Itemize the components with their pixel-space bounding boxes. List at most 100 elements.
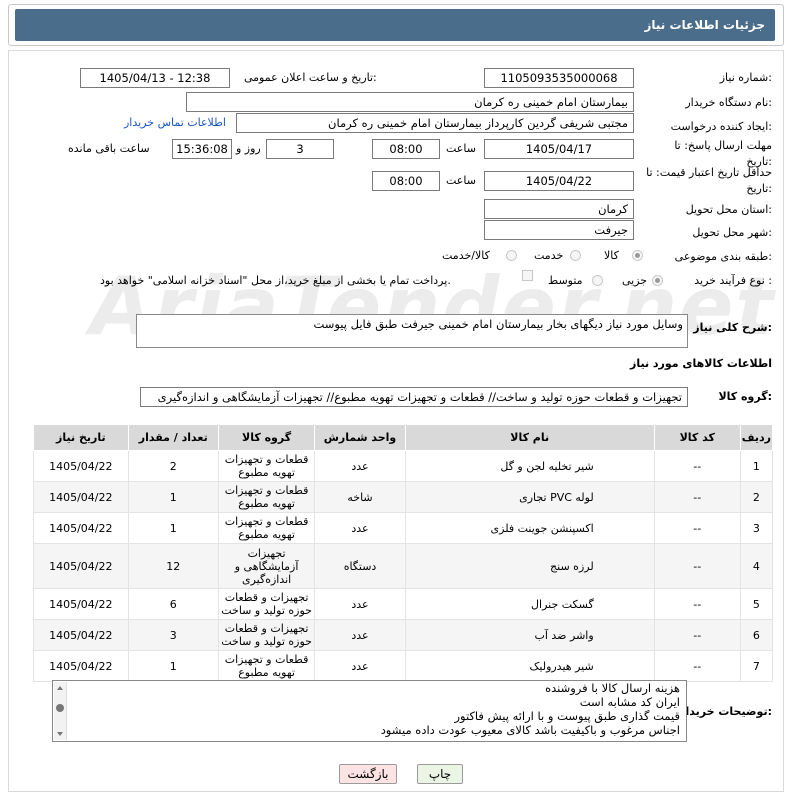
need-number-label: شماره نیاز:	[719, 71, 772, 84]
validity-label: حداقل تاریخ اعتبار قیمت: تا تاریخ:	[646, 166, 772, 195]
table-row: 4 -- لرزه سنج دستگاه تجهیزات آزمایشگاهی و ان…	[33, 543, 774, 589]
deadline-time-field: 08:00	[372, 139, 440, 159]
table-row: 6 -- واشر ضد آب عدد تجهیزات و قطعات حوزه تول…	[33, 619, 774, 651]
category-both-radio[interactable]	[506, 250, 517, 261]
item-date: 1405/04/22	[33, 588, 129, 620]
row-index: 2	[739, 481, 774, 513]
validity-time-field: 08:00	[372, 171, 440, 191]
remaining-time-field: 15:36:08	[172, 139, 232, 159]
category-service-label: خدمت	[534, 249, 564, 262]
row-index: 4	[739, 543, 774, 589]
announce-label: تاریخ و ساعت اعلان عمومی:	[244, 71, 377, 84]
col-code: کد کالا	[653, 424, 741, 451]
item-group: تجهیزات و قطعات حوزه تولید و ساخت	[217, 588, 316, 620]
item-date: 1405/04/22	[33, 650, 129, 682]
table-row: 3 -- اکسپنشن جوینت فلزی عدد قطعات و تجهیزات …	[33, 512, 774, 544]
item-qty: 3	[127, 619, 219, 651]
item-qty: 1	[127, 512, 219, 544]
row-index: 3	[739, 512, 774, 544]
goods-table: ردیف کد کالا نام کالا واحد شمارش گروه کا…	[33, 424, 774, 682]
scroll-down-icon[interactable]	[57, 732, 63, 736]
process-medium-radio[interactable]	[592, 275, 603, 286]
col-unit: واحد شمارش	[314, 424, 406, 451]
buyer-notes-line: قیمت گذاری طبق پیوست و با ارائه پیش فاکت…	[454, 709, 680, 723]
buyer-notes-line: ایران کد مشابه است	[579, 695, 680, 709]
table-row: 2 -- لوله PVC تجاری شاخه قطعات و تجهیزات تهو…	[33, 481, 774, 513]
item-name: گسکت جنرال	[404, 588, 655, 620]
scroll-thumb[interactable]	[56, 704, 64, 712]
scroll-up-icon[interactable]	[57, 686, 63, 690]
buyer-notes-scrollbar[interactable]	[54, 682, 67, 740]
item-date: 1405/04/22	[33, 512, 129, 544]
goods-group-field: تجهیزات و قطعات حوزه تولید و ساخت// قطعا…	[140, 387, 688, 407]
row-index: 7	[739, 650, 774, 682]
general-desc-box: وسایل مورد نیاز دیگهای بخار بیمارستان ام…	[136, 314, 688, 348]
row-index: 5	[739, 588, 774, 620]
goods-table-header: ردیف کد کالا نام کالا واحد شمارش گروه کا…	[33, 424, 774, 451]
item-date: 1405/04/22	[33, 619, 129, 651]
back-button[interactable]: بازگشت	[339, 764, 397, 784]
item-qty: 6	[127, 588, 219, 620]
item-date: 1405/04/22	[33, 543, 129, 589]
category-goods-radio[interactable]	[632, 250, 643, 261]
item-group: قطعات و تجهیزات تهویه مطبوع	[217, 650, 316, 682]
col-name: نام کالا	[404, 424, 655, 451]
table-row: 1 -- شیر تخلیه لجن و گل عدد قطعات و تجهیزات …	[33, 450, 774, 482]
goods-section-title: اطلاعات کالاهای مورد نیاز	[630, 357, 772, 370]
print-button[interactable]: چاپ	[417, 764, 463, 784]
contact-buyer-link[interactable]: اطلاعات تماس خریدار	[124, 116, 226, 129]
buyer-notes-line: هزینه ارسال کالا با فروشنده	[545, 681, 680, 695]
item-name: لوله PVC تجاری	[404, 481, 655, 513]
buyer-notes-box: هزینه ارسال کالا با فروشنده ایران کد مشا…	[52, 680, 687, 742]
buyer-label: نام دستگاه خریدار:	[685, 96, 772, 109]
buyer-notes-line: اجناس مرغوب و باکیفیت باشد کالای معیوب ع…	[380, 723, 680, 737]
item-unit: دستگاه	[314, 543, 406, 589]
item-unit: عدد	[314, 650, 406, 682]
goods-group-label: گروه کالا:	[718, 390, 772, 403]
deadline-date-field: 1405/04/17	[484, 139, 634, 159]
validity-date-field: 1405/04/22	[484, 171, 634, 191]
page-title: جزئیات اطلاعات نیاز	[15, 9, 775, 41]
item-unit: عدد	[314, 512, 406, 544]
row-index: 1	[739, 450, 774, 482]
validity-time-label: ساعت	[446, 174, 476, 187]
buyer-notes-label: توضیحات خریدار:	[679, 705, 772, 718]
days-field: 3	[266, 139, 334, 159]
process-medium-label: متوسط	[548, 274, 583, 287]
item-code: --	[653, 450, 741, 482]
item-group: تجهیزات و قطعات حوزه تولید و ساخت	[217, 619, 316, 651]
item-qty: 12	[127, 543, 219, 589]
category-both-label: کالا/خدمت	[442, 249, 490, 262]
creator-label: ایجاد کننده درخواست:	[670, 120, 772, 133]
category-service-radio[interactable]	[570, 250, 581, 261]
general-desc-label: شرح کلی نیاز:	[693, 321, 772, 334]
province-label: استان محل تحویل:	[685, 203, 772, 216]
process-minor-label: جزیی	[622, 274, 648, 287]
page-header: جزئیات اطلاعات نیاز	[8, 4, 784, 46]
deadline-time-label: ساعت	[446, 142, 476, 155]
buyer-field: بیمارستان امام خمینی ره کرمان	[186, 92, 634, 112]
item-group: تجهیزات آزمایشگاهی و اندازه‌گیری	[217, 543, 316, 589]
payment-checkbox[interactable]	[522, 270, 533, 281]
city-field: جیرفت	[484, 220, 634, 240]
col-date: تاریخ نیاز	[33, 424, 129, 451]
item-date: 1405/04/22	[33, 450, 129, 482]
item-code: --	[653, 650, 741, 682]
category-goods-label: کالا	[604, 249, 619, 262]
item-unit: شاخه	[314, 481, 406, 513]
process-label: نوع فرآیند خرید :	[694, 274, 772, 287]
table-row: 5 -- گسکت جنرال عدد تجهیزات و قطعات حوزه تول…	[33, 588, 774, 620]
item-name: شیر هیدرولیک	[404, 650, 655, 682]
item-date: 1405/04/22	[33, 481, 129, 513]
days-label: روز و	[236, 142, 261, 155]
item-code: --	[653, 481, 741, 513]
item-qty: 2	[127, 450, 219, 482]
item-unit: عدد	[314, 588, 406, 620]
general-desc-text: وسایل مورد نیاز دیگهای بخار بیمارستان ام…	[313, 317, 683, 331]
process-minor-radio[interactable]	[652, 275, 663, 286]
item-group: قطعات و تجهیزات تهویه مطبوع	[217, 481, 316, 513]
creator-field: مجتبی شریفی گردین کارپرداز بیمارستان اما…	[236, 113, 634, 133]
item-name: واشر ضد آب	[404, 619, 655, 651]
need-number-field: 1105093535000068	[484, 68, 634, 88]
category-label: طبقه بندی موضوعی:	[674, 250, 772, 263]
